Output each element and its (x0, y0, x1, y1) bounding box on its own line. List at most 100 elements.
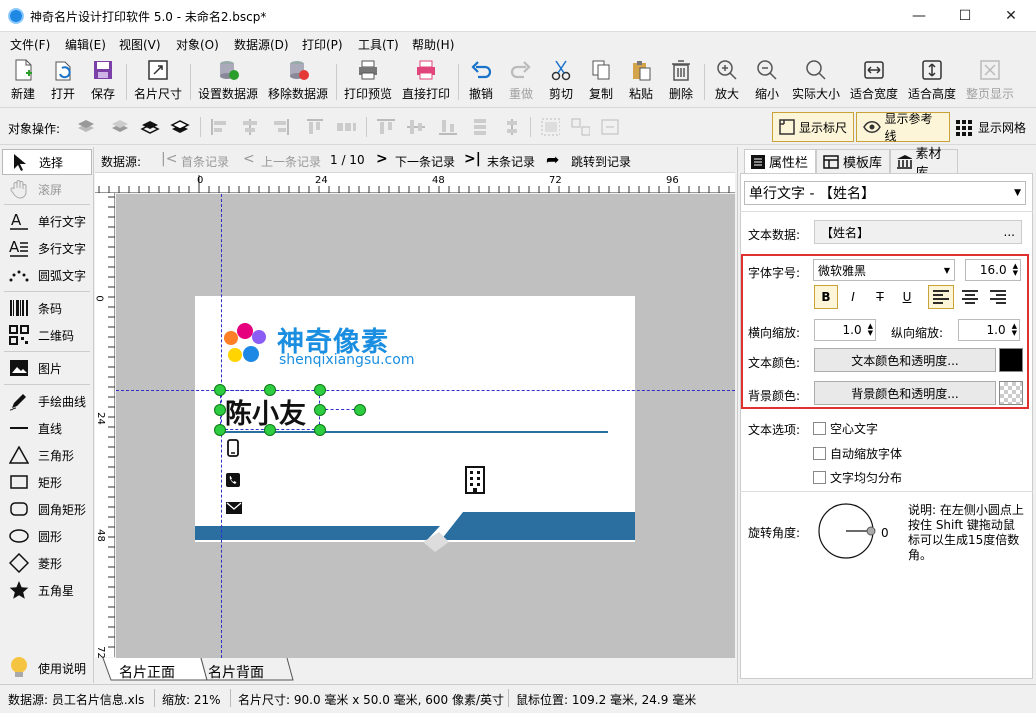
tab-templates[interactable]: 模板库 (816, 149, 890, 173)
redo-button[interactable]: 重做 (502, 58, 540, 106)
font-family-select[interactable]: 微软雅黑 ▼ (813, 259, 955, 281)
send-back-icon[interactable] (170, 117, 190, 137)
same-size-icon[interactable] (502, 117, 522, 137)
last-record-button[interactable]: 末条记录 (487, 153, 535, 170)
tool-round-rect[interactable]: 圆角矩形 (2, 496, 92, 522)
tool-qrcode[interactable]: 二维码 (2, 322, 92, 348)
tool-image[interactable]: 图片 (2, 355, 92, 381)
bold-button[interactable]: B (814, 285, 838, 309)
delete-button[interactable]: 删除 (662, 58, 700, 106)
align-right-icon[interactable] (270, 117, 290, 137)
hollow-text-option[interactable]: 空心文字 (813, 420, 878, 437)
zoom-out-button[interactable]: 缩小 (748, 58, 786, 106)
show-guides-toggle[interactable]: 显示参考线 (856, 112, 950, 143)
help-button[interactable]: 使用说明 (2, 655, 92, 681)
distribute-checkbox[interactable] (813, 471, 826, 484)
copy-button[interactable]: 复制 (582, 58, 620, 106)
tool-select[interactable]: 选择 (2, 149, 92, 175)
align-right-button[interactable] (985, 285, 1011, 309)
menu-datasource[interactable]: 数据源(D) (234, 36, 289, 53)
lock-icon[interactable] (600, 117, 620, 137)
undo-button[interactable]: 撤销 (462, 58, 500, 106)
tool-scroll[interactable]: 滚屏 (2, 176, 92, 202)
tab-assets[interactable]: 素材库 (890, 147, 958, 181)
tool-diamond[interactable]: 菱形 (2, 550, 92, 576)
align-bottom-icon[interactable] (438, 117, 458, 137)
minimize-button[interactable]: — (896, 0, 942, 32)
resize-handle[interactable] (214, 424, 226, 436)
open-button[interactable]: 打开 (44, 58, 82, 106)
resize-handle[interactable] (264, 424, 276, 436)
close-button[interactable]: ✕ (988, 0, 1034, 32)
resize-handle[interactable] (314, 404, 326, 416)
distribute-h-icon[interactable] (336, 117, 356, 137)
rotation-dial[interactable] (816, 502, 878, 560)
tool-line[interactable]: 直线 (2, 415, 92, 441)
align-left-icon[interactable] (210, 117, 230, 137)
group-icon[interactable] (540, 117, 560, 137)
full-page-button[interactable]: 整页显示 (964, 58, 1016, 106)
resize-handle[interactable] (314, 424, 326, 436)
divider-line[interactable] (221, 431, 608, 433)
menu-tools[interactable]: 工具(T) (358, 36, 399, 53)
italic-button[interactable]: I (841, 285, 865, 309)
distribute-option[interactable]: 文字均匀分布 (813, 469, 902, 486)
direct-print-button[interactable]: 直接打印 (400, 58, 452, 106)
align-center-icon[interactable] (240, 117, 260, 137)
tool-freehand[interactable]: 手绘曲线 (2, 388, 92, 414)
tool-circle[interactable]: 圆形 (2, 523, 92, 549)
layer-up-icon[interactable] (76, 117, 96, 137)
menu-view[interactable]: 视图(V) (119, 36, 161, 53)
text-color-swatch[interactable] (999, 348, 1023, 372)
tool-arc-text[interactable]: 圆弧文字 (2, 262, 92, 288)
new-button[interactable]: 新建 (4, 58, 42, 106)
menu-object[interactable]: 对象(O) (176, 36, 219, 53)
resize-handle[interactable] (264, 384, 276, 396)
show-ruler-toggle[interactable]: 显示标尺 (772, 112, 854, 142)
tool-rect[interactable]: 矩形 (2, 469, 92, 495)
mobile-phone-icon[interactable] (226, 439, 240, 457)
object-selector[interactable]: 单行文字 - 【姓名】 ▼ (744, 181, 1026, 205)
tool-barcode[interactable]: 条码 (2, 295, 92, 321)
tool-triangle[interactable]: 三角形 (2, 442, 92, 468)
maximize-button[interactable]: ☐ (942, 0, 988, 32)
set-datasource-button[interactable]: 设置数据源 (196, 58, 260, 106)
autoscale-checkbox[interactable] (813, 447, 826, 460)
resize-handle[interactable] (214, 384, 226, 396)
underline-button[interactable]: U (895, 285, 919, 309)
align-center-button[interactable] (957, 285, 983, 309)
card-size-button[interactable]: 名片尺寸 (130, 58, 186, 106)
horizontal-guide-line[interactable] (116, 390, 735, 391)
menu-print[interactable]: 打印(P) (302, 36, 343, 53)
building-icon[interactable] (465, 466, 485, 494)
phone-icon[interactable] (226, 473, 240, 487)
text-color-button[interactable]: 文本颜色和透明度... (814, 348, 996, 372)
vscale-spinner[interactable]: 1.0 ▲ ▼ (958, 319, 1020, 341)
distribute-v-icon[interactable] (470, 117, 490, 137)
tab-card-front[interactable]: 名片正面 (119, 662, 175, 682)
text-data-edit-button[interactable]: ... (1004, 225, 1015, 239)
strikethrough-button[interactable]: T (868, 285, 892, 309)
first-record-button[interactable]: 首条记录 (181, 153, 229, 170)
text-data-field[interactable]: 【姓名】 ... (814, 220, 1022, 244)
menu-file[interactable]: 文件(F) (10, 36, 50, 53)
save-button[interactable]: 保存 (84, 58, 122, 106)
align-top-edge-icon[interactable] (376, 117, 396, 137)
paste-button[interactable]: 粘贴 (622, 58, 660, 106)
tool-multi-text[interactable]: A 多行文字 (2, 235, 92, 261)
autoscale-option[interactable]: 自动缩放字体 (813, 445, 902, 462)
menu-help[interactable]: 帮助(H) (412, 36, 454, 53)
bottom-band[interactable] (195, 510, 635, 552)
bring-front-icon[interactable] (140, 117, 160, 137)
align-top-icon[interactable] (305, 117, 325, 137)
resize-handle[interactable] (214, 404, 226, 416)
ungroup-icon[interactable] (570, 117, 590, 137)
bg-color-button[interactable]: 背景颜色和透明度... (814, 381, 996, 405)
prev-record-button[interactable]: 上一条记录 (261, 153, 321, 170)
tab-card-back[interactable]: 名片背面 (208, 662, 264, 682)
rotation-handle[interactable] (354, 404, 366, 416)
cut-button[interactable]: 剪切 (542, 58, 580, 106)
show-grid-toggle[interactable]: 显示网格 (956, 119, 1026, 136)
zoom-in-button[interactable]: 放大 (708, 58, 746, 106)
next-record-button[interactable]: 下一条记录 (395, 153, 455, 170)
